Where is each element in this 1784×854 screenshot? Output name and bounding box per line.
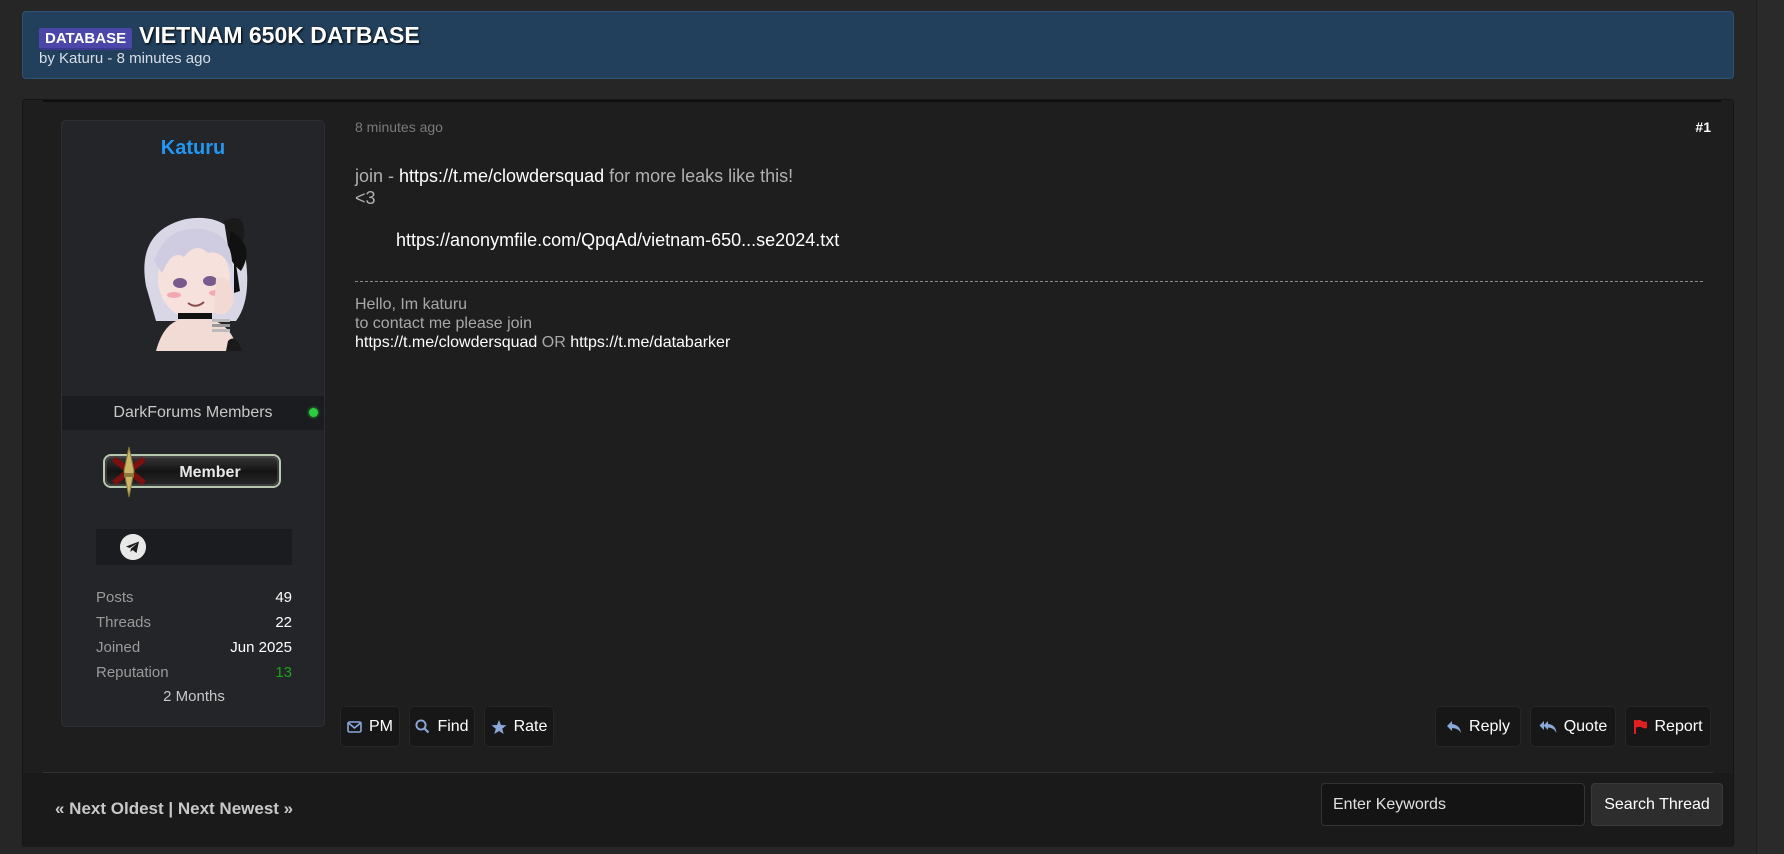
thread-meta: by Katuru - 8 minutes ago — [39, 50, 211, 67]
reply-all-icon — [1539, 720, 1557, 733]
reply-button[interactable]: Reply — [1435, 706, 1521, 747]
contact-bar — [96, 529, 292, 565]
stat-row-reputation: Reputation 13 — [96, 660, 292, 685]
stat-label: Joined — [96, 639, 141, 656]
search-icon — [415, 719, 430, 734]
report-label: Report — [1654, 717, 1703, 735]
usergroup-label: DarkForums Members — [113, 404, 273, 421]
thread-navigation: « Next Oldest | Next Newest » — [55, 799, 293, 819]
author-name-link[interactable]: Katuru — [62, 137, 324, 160]
stat-label: Reputation — [96, 664, 169, 681]
thread-prefix-badge[interactable]: DATABASE — [39, 28, 133, 50]
stat-row-joined: Joined Jun 2025 — [96, 635, 292, 660]
telegram-icon[interactable] — [120, 534, 146, 560]
signature-line-1: Hello, Im katuru — [355, 296, 468, 313]
next-newest-link[interactable]: Next Newest » — [178, 799, 293, 818]
post-time: 8 minutes ago — [355, 119, 443, 135]
reply-label: Reply — [1469, 717, 1510, 735]
signature-links: https://t.me/clowdersquad OR https://t.m… — [355, 333, 730, 352]
member-badge-text: Member — [179, 464, 240, 481]
online-status-icon — [309, 408, 318, 417]
post-line-2: <3 — [355, 188, 376, 208]
find-label: Find — [437, 717, 469, 735]
signature-link-clowdersquad[interactable]: https://t.me/clowdersquad — [355, 334, 537, 351]
pm-label: PM — [369, 717, 393, 735]
post-line-1: join - https://t.me/clowdersquad for mor… — [355, 165, 793, 187]
telegram-link[interactable]: https://t.me/clowdersquad — [399, 166, 604, 186]
post-container: Katuru DarkForums Members Member Posts 4… — [22, 99, 1734, 847]
download-link[interactable]: https://anonymfile.com/QpqAd/vietnam-650… — [396, 230, 839, 251]
rate-button[interactable]: Rate — [484, 706, 554, 747]
stat-value: 22 — [275, 614, 292, 631]
member-duration: 2 Months — [163, 688, 225, 705]
thread-time: 8 minutes ago — [116, 50, 211, 67]
usergroup-bar: DarkForums Members — [62, 396, 324, 430]
author-stats: Posts 49 Threads 22 Joined Jun 2025 Repu… — [96, 585, 292, 709]
stat-label: Threads — [96, 614, 152, 631]
report-button[interactable]: Report — [1625, 706, 1711, 747]
quote-label: Quote — [1563, 717, 1608, 735]
nav-separator: | — [163, 799, 178, 818]
post-number-link[interactable]: #1 — [1695, 119, 1711, 135]
stat-row-posts: Posts 49 — [96, 585, 292, 610]
reputation-value-link[interactable]: 13 — [275, 660, 292, 685]
page-scrollbar[interactable] — [1756, 0, 1784, 854]
signature-divider — [355, 281, 1703, 282]
reply-arrow-icon — [1447, 720, 1462, 733]
post-body: join - https://t.me/clowdersquad for mor… — [355, 165, 793, 209]
thread-footer: « Next Oldest | Next Newest » Search Thr… — [23, 773, 1733, 847]
member-rank-badge: Member — [103, 446, 281, 498]
stat-label: Posts — [96, 589, 134, 606]
thread-title: VIETNAM 650K DATBASE — [139, 22, 420, 48]
pm-button[interactable]: PM — [340, 706, 400, 747]
thread-header: DATABASE VIETNAM 650K DATBASE by Katuru … — [22, 11, 1734, 79]
author-avatar[interactable] — [116, 191, 266, 351]
signature-or: OR — [537, 334, 571, 351]
stat-value: Jun 2025 — [230, 639, 292, 656]
thread-author-link[interactable]: Katuru — [59, 50, 103, 67]
rate-label: Rate — [513, 717, 548, 735]
post-top-border — [43, 100, 1721, 102]
find-button[interactable]: Find — [409, 706, 475, 747]
signature-link-databarker[interactable]: https://t.me/databarker — [570, 334, 730, 351]
post-text: join - — [355, 166, 400, 186]
star-icon — [491, 719, 507, 734]
next-oldest-link[interactable]: « Next Oldest — [55, 799, 164, 818]
post-text: for more leaks like this! — [604, 166, 794, 186]
author-box: Katuru DarkForums Members Member Posts 4… — [61, 120, 325, 727]
signature-line-2: to contact me please join — [355, 315, 532, 332]
by-label: by — [39, 50, 55, 67]
stat-row-threads: Threads 22 — [96, 610, 292, 635]
quote-button[interactable]: Quote — [1530, 706, 1616, 747]
signature: Hello, Im katuru to contact me please jo… — [355, 295, 730, 352]
stat-value: 49 — [275, 589, 292, 606]
meta-separator: - — [103, 50, 117, 67]
search-thread-button[interactable]: Search Thread — [1591, 783, 1723, 826]
flag-icon — [1634, 719, 1648, 734]
envelope-icon — [347, 720, 362, 733]
thread-search-input[interactable] — [1321, 783, 1585, 826]
